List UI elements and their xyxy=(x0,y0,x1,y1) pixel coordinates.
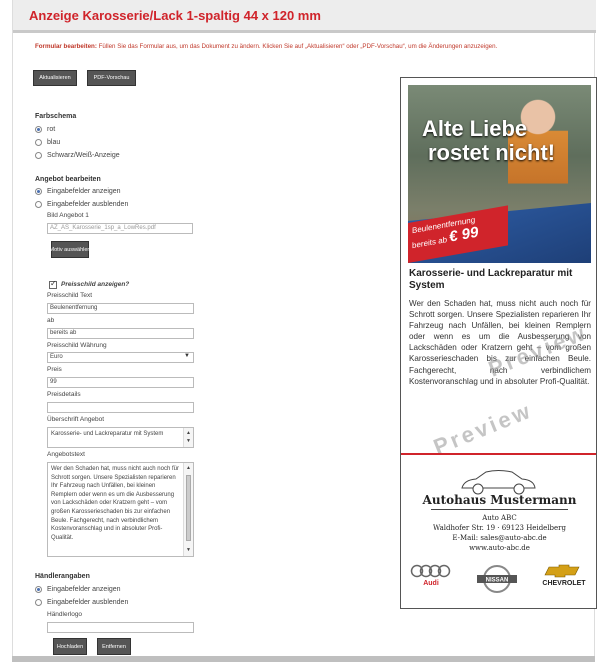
offer-text-label: Angebotstext xyxy=(47,451,85,458)
headline-label: Überschrift Angebot xyxy=(47,416,105,423)
ad-headline: Alte Liebe rostet nicht! xyxy=(422,117,582,165)
price-details-label: Preisdetails xyxy=(47,391,81,398)
radio-selected-icon[interactable] xyxy=(35,126,42,133)
scrollbar[interactable]: ▲ ▼ xyxy=(183,428,193,447)
header-divider xyxy=(13,30,596,33)
ab-field[interactable]: bereits ab xyxy=(47,328,194,339)
nissan-badge-icon: NISSAN xyxy=(477,565,517,593)
page-title: Anzeige Karosserie/Lack 1-spaltig 44 x 1… xyxy=(29,8,321,23)
option-label: rot xyxy=(47,126,56,133)
offer-textarea[interactable]: Wer den Schaden hat, muss nicht auch noc… xyxy=(47,462,194,557)
price-tag-check-label: Preisschild anzeigen? xyxy=(61,281,130,288)
option-label: Eingabefelder anzeigen xyxy=(47,586,121,593)
audi-logo: Audi xyxy=(409,564,453,587)
ad-dealer-name: Autohaus Mustermann xyxy=(422,493,577,507)
bottom-scrollbar[interactable] xyxy=(12,656,595,662)
chevrolet-wordmark: CHEVROLET xyxy=(542,580,586,587)
dealer-title: Händlerangaben xyxy=(35,573,90,580)
currency-value: Euro xyxy=(50,354,63,360)
color-scheme-option-rot[interactable]: rot xyxy=(35,126,55,133)
refresh-button[interactable]: Aktualisieren xyxy=(33,70,77,86)
nissan-wordmark: NISSAN xyxy=(486,578,509,584)
upload-button[interactable]: Hochladen xyxy=(53,638,87,655)
ad-headline-line-1: Alte Liebe xyxy=(422,116,528,141)
radio-icon[interactable] xyxy=(35,599,42,606)
chevron-down-icon: ▼ xyxy=(184,353,190,359)
scrollbar-thumb[interactable] xyxy=(186,475,191,541)
radio-icon[interactable] xyxy=(35,152,42,159)
scrollbar[interactable]: ▲ ▼ xyxy=(183,463,193,556)
ribbon-ab: bereits ab xyxy=(412,235,448,251)
headline-text: Karosserie- und Lackreparatur mit System xyxy=(51,431,164,437)
ad-photo: Alte Liebe rostet nicht! Beulenentfernun… xyxy=(408,85,591,263)
price-details-field[interactable] xyxy=(47,402,194,413)
radio-icon[interactable] xyxy=(35,201,42,208)
scroll-up-icon[interactable]: ▲ xyxy=(186,429,191,438)
color-scheme-option-bw[interactable]: Schwarz/Weiß-Anzeige xyxy=(35,152,120,159)
color-scheme-option-blau[interactable]: blau xyxy=(35,139,60,146)
edit-notice: Formular bearbeiten: Füllen Sie das Form… xyxy=(35,43,497,50)
ab-label: ab xyxy=(47,317,55,324)
dealer-logo-label: Händlerlogo xyxy=(47,611,83,618)
option-label: Eingabefelder ausblenden xyxy=(47,599,129,606)
edit-notice-text: Füllen Sie das Formular aus, um das Doku… xyxy=(98,43,498,50)
ad-title: Karosserie- und Lackreparatur mit System xyxy=(409,268,573,291)
offer-title: Angebot bearbeiten xyxy=(35,176,101,183)
price-field[interactable]: 99 xyxy=(47,377,194,388)
ad-address-4: www.auto-abc.de xyxy=(469,544,530,552)
edit-notice-label: Formular bearbeiten: xyxy=(35,43,97,50)
ad-address-1: Auto ABC xyxy=(482,514,517,522)
page-header: Anzeige Karosserie/Lack 1-spaltig 44 x 1… xyxy=(13,0,596,30)
preview-watermark: Preview xyxy=(429,397,536,460)
ad-preview: Alte Liebe rostet nicht! Beulenentfernun… xyxy=(400,77,597,609)
offer-text: Wer den Schaden hat, muss nicht auch noc… xyxy=(51,466,179,541)
remove-button[interactable]: Entfernen xyxy=(97,638,131,655)
price-tag-text-field[interactable]: Beulenentfernung xyxy=(47,303,194,314)
offer-hide-fields[interactable]: Eingabefelder ausblenden xyxy=(35,201,128,208)
ad-red-divider xyxy=(401,453,596,455)
option-label: Eingabefelder ausblenden xyxy=(47,201,129,208)
car-outline-icon xyxy=(461,470,536,495)
offer-image-field[interactable]: AZ_AS_Karosserie_1sp_a_LowRes.pdf xyxy=(47,223,193,234)
currency-label: Preisschild Währung xyxy=(47,342,107,349)
option-label: Eingabefelder anzeigen xyxy=(47,188,121,195)
option-label: Schwarz/Weiß-Anzeige xyxy=(47,152,120,159)
scroll-up-icon[interactable]: ▲ xyxy=(186,464,191,473)
ribbon-price: € 99 xyxy=(449,223,479,246)
color-scheme-title: Farbschema xyxy=(35,113,77,120)
scroll-down-icon[interactable]: ▼ xyxy=(186,546,191,555)
editor-frame: Anzeige Karosserie/Lack 1-spaltig 44 x 1… xyxy=(12,0,597,662)
chevrolet-logo: CHEVROLET xyxy=(537,564,591,587)
dealer-show-fields[interactable]: Eingabefelder anzeigen xyxy=(35,586,121,593)
ad-address-2: Waldhofer Str. 19 · 69123 Heidelberg xyxy=(432,524,567,532)
nissan-logo: NISSAN xyxy=(473,564,521,596)
dealer-logo-field[interactable] xyxy=(47,622,194,633)
currency-select[interactable]: Euro ▼ xyxy=(47,352,194,363)
offer-image-label: Bild Angebot 1 xyxy=(47,212,89,219)
price-tag-checkbox[interactable] xyxy=(49,279,57,289)
option-label: blau xyxy=(47,139,61,146)
ad-headline-line-2: rostet nicht! xyxy=(428,140,556,165)
audi-wordmark: Audi xyxy=(423,580,439,587)
headline-textarea[interactable]: Karosserie- und Lackreparatur mit System… xyxy=(47,427,194,448)
scroll-down-icon[interactable]: ▼ xyxy=(186,437,191,446)
radio-selected-icon[interactable] xyxy=(35,188,42,195)
dealer-underline xyxy=(431,509,568,510)
dealer-hide-fields[interactable]: Eingabefelder ausblenden xyxy=(35,599,128,606)
ad-address-3: E-Mail: sales@auto-abc.de xyxy=(452,534,547,542)
price-label: Preis xyxy=(47,366,62,373)
choose-motif-button[interactable]: Motiv auswählen xyxy=(50,241,90,258)
chevrolet-bowtie-icon xyxy=(544,564,580,578)
price-tag-text-label: Preisschild Text xyxy=(47,292,93,299)
radio-icon[interactable] xyxy=(35,139,42,146)
offer-show-fields[interactable]: Eingabefelder anzeigen xyxy=(35,188,121,195)
radio-selected-icon[interactable] xyxy=(35,586,42,593)
pdf-preview-button[interactable]: PDF-Vorschau xyxy=(87,70,136,86)
audi-rings-icon xyxy=(410,564,451,578)
